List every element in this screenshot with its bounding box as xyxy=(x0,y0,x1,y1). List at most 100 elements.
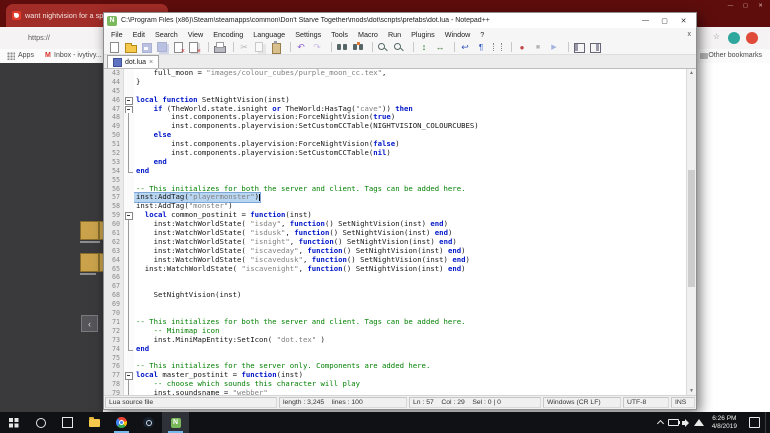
code-line[interactable]: 54end xyxy=(104,167,696,176)
collapse-chevron-icon[interactable] xyxy=(81,315,98,332)
close-icon[interactable] xyxy=(171,41,185,54)
browser-close-button[interactable]: ✕ xyxy=(753,1,768,10)
tray-battery-button[interactable] xyxy=(667,412,680,433)
undo-icon[interactable] xyxy=(294,41,308,54)
code-line[interactable]: 43 full_moon = "images/colour_cubes/purp… xyxy=(104,69,696,78)
taskbar-chrome-button[interactable] xyxy=(108,412,135,433)
close-tab-button[interactable]: × xyxy=(149,59,153,66)
profile-avatar-red[interactable] xyxy=(746,32,758,44)
taskbar-file-explorer-button[interactable] xyxy=(81,412,108,433)
taskbar-steam-button[interactable] xyxy=(135,412,162,433)
scrollbar-thumb[interactable] xyxy=(688,170,695,287)
menu-tools[interactable]: Tools xyxy=(326,30,353,39)
taskbar-task-view-button[interactable] xyxy=(54,412,81,433)
code-line[interactable]: 68 SetNightVision(inst) xyxy=(104,291,696,300)
npp-maximize-button[interactable]: ▢ xyxy=(655,14,674,27)
npp-minimize-button[interactable]: — xyxy=(636,14,655,27)
npp-close-button[interactable]: ✕ xyxy=(674,14,693,27)
open-folder-icon[interactable] xyxy=(123,41,137,54)
close-all-icon[interactable] xyxy=(187,41,201,54)
menu-bar-close-button[interactable]: x xyxy=(688,31,692,38)
code-line[interactable]: 49 inst.components.playervision:SetCusto… xyxy=(104,122,696,131)
fold-marker[interactable] xyxy=(124,105,134,114)
line-number: 71 xyxy=(104,318,124,327)
taskbar-clock[interactable]: 6:26 PM 4/8/2019 xyxy=(706,415,743,430)
word-wrap-icon[interactable] xyxy=(458,41,472,54)
show-desktop-button[interactable] xyxy=(765,412,770,433)
doc-map-icon[interactable] xyxy=(588,41,602,54)
paste-icon[interactable] xyxy=(269,41,283,54)
cut-icon[interactable] xyxy=(237,41,251,54)
tab-dot-lua[interactable]: dot.lua × xyxy=(107,55,159,68)
code-token: () SetNightVision(inst) xyxy=(329,228,434,237)
taskbar-search-button[interactable] xyxy=(27,412,54,433)
macro-play-icon[interactable] xyxy=(547,41,561,54)
menu-view[interactable]: View xyxy=(183,30,208,39)
zoom-out-icon[interactable] xyxy=(392,41,406,54)
menu-settings[interactable]: Settings xyxy=(290,30,326,39)
menu-file[interactable]: File xyxy=(106,30,128,39)
save-all-icon[interactable] xyxy=(155,41,169,54)
sync-h-icon[interactable] xyxy=(433,41,447,54)
code-line[interactable]: 73 inst.MiniMapEntity:SetIcon( "dot.tex"… xyxy=(104,336,696,345)
macro-stop-icon[interactable] xyxy=(531,41,545,54)
taskbar-notepad-plus-plus-button[interactable] xyxy=(162,412,189,433)
fold-marker[interactable] xyxy=(124,371,134,380)
zoom-in-icon[interactable] xyxy=(376,41,390,54)
menu-plugins[interactable]: Plugins xyxy=(406,30,440,39)
menu-search[interactable]: Search xyxy=(150,30,183,39)
menu-edit[interactable]: Edit xyxy=(128,30,150,39)
replace-icon[interactable] xyxy=(351,41,365,54)
tray-speaker-button[interactable] xyxy=(680,412,693,433)
taskbar-start-button[interactable] xyxy=(0,412,27,433)
code-line[interactable]: 44} xyxy=(104,78,696,87)
browser-maximize-button[interactable]: ▢ xyxy=(738,1,753,10)
apps-grid-icon[interactable] xyxy=(7,52,15,60)
find-icon[interactable] xyxy=(335,41,349,54)
new-file-icon[interactable] xyxy=(107,41,121,54)
profile-avatar-teal[interactable] xyxy=(728,32,740,44)
menu-macro[interactable]: Macro xyxy=(353,30,383,39)
code-line[interactable]: 53 end xyxy=(104,158,696,167)
redo-icon[interactable] xyxy=(310,41,324,54)
code-line[interactable]: 52 inst.components.playervision:SetCusto… xyxy=(104,149,696,158)
indent-guide-icon[interactable] xyxy=(490,41,504,54)
code-line[interactable]: 65 inst:WatchWorldState( "iscavenight", … xyxy=(104,265,696,274)
code-line[interactable]: 69 xyxy=(104,300,696,309)
bookmark-star-icon[interactable]: ☆ xyxy=(713,32,720,41)
tray-hidden-icons-button[interactable] xyxy=(654,412,667,433)
bookmark-apps[interactable]: Apps xyxy=(18,52,34,59)
print-icon[interactable] xyxy=(212,41,226,54)
copy-icon[interactable] xyxy=(253,41,267,54)
editor-vscrollbar[interactable] xyxy=(686,69,696,395)
bookmark-inbox[interactable]: Inbox - ivytivy... xyxy=(54,52,102,59)
address-bar-url[interactable]: https:// xyxy=(28,33,50,42)
show-all-chars-icon[interactable] xyxy=(474,41,488,54)
title-bar[interactable]: C:\Program Files (x86)\Steam\steamapps\c… xyxy=(104,13,696,28)
menu-run[interactable]: Run xyxy=(383,30,406,39)
save-icon[interactable] xyxy=(139,41,153,54)
code-line[interactable]: 79 inst.soundsname = "webber" xyxy=(104,389,696,395)
menu-language[interactable]: Language xyxy=(248,30,290,39)
other-bookmarks-button[interactable]: Other bookmarks xyxy=(708,52,762,59)
macro-record-icon[interactable] xyxy=(515,41,529,54)
line-number: 57 xyxy=(104,193,124,202)
fold-marker[interactable] xyxy=(124,96,134,105)
sidebar-thumbnail[interactable] xyxy=(80,253,99,272)
code-token: (inst) xyxy=(285,210,311,219)
tray-network-button[interactable] xyxy=(693,412,706,433)
browser-minimize-button[interactable]: — xyxy=(723,1,738,10)
menu-help[interactable]: ? xyxy=(475,30,489,39)
menu-window[interactable]: Window xyxy=(440,30,476,39)
code-line[interactable]: 66 xyxy=(104,273,696,282)
editor[interactable]: 43 full_moon = "images/colour_cubes/purp… xyxy=(104,69,696,395)
code-token: function xyxy=(299,237,334,246)
menu-encoding[interactable]: Encoding xyxy=(208,30,248,39)
code-line[interactable]: 74end xyxy=(104,345,696,354)
sync-v-icon[interactable] xyxy=(417,41,431,54)
battery-icon xyxy=(668,419,679,426)
function-list-icon[interactable] xyxy=(572,41,586,54)
sidebar-thumbnail[interactable] xyxy=(80,221,99,240)
fold-marker[interactable] xyxy=(124,211,134,220)
action-center-button[interactable] xyxy=(743,412,765,433)
